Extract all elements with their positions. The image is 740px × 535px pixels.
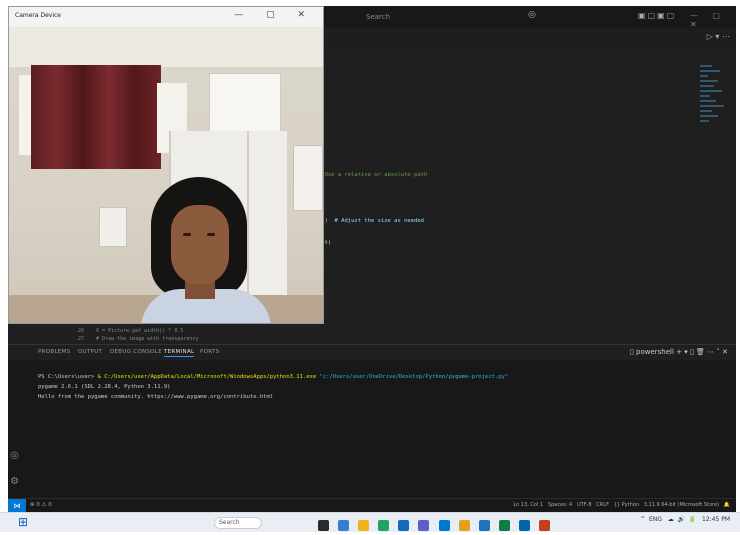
wall-notice xyxy=(209,73,281,135)
store-icon[interactable] xyxy=(438,520,450,531)
terminal-actions[interactable]: ▯ powershell + ▾ ▯ 🗑 ⋯ ˄ ✕ xyxy=(630,348,728,356)
person-face xyxy=(171,205,229,285)
system-tray[interactable]: ^ ENG ☁ 🔊 🔋 12:45 PM xyxy=(640,516,730,523)
tab-output[interactable]: OUTPUT xyxy=(78,349,102,355)
window-controls[interactable]: — ▢ ✕ xyxy=(690,11,736,29)
start-button[interactable]: ⊞ xyxy=(18,516,30,528)
curtain xyxy=(31,65,161,169)
terminal-prompt: PS C:\Users\user> xyxy=(38,374,98,380)
switch-board xyxy=(99,207,127,247)
room-ceiling xyxy=(9,27,323,67)
terminal-command: & C:/Users/user/AppData/Local/Microsoft/… xyxy=(97,374,317,380)
code-line: # Use a relative or absolute path xyxy=(318,172,428,178)
terminal-command-line: PS C:\Users\user> & C:/Users/user/AppDat… xyxy=(38,374,508,380)
code-line: 27 # Draw the image with transparency xyxy=(78,336,199,342)
problems-status[interactable]: ⊗ 0 ⚠ 0 xyxy=(30,502,52,508)
taskbar-search[interactable]: Search xyxy=(214,517,262,529)
minimap[interactable] xyxy=(700,62,726,162)
panel-tab-bar: PROBLEMS OUTPUT DEBUG CONSOLE TERMINAL P… xyxy=(8,344,736,361)
code-line: 26 X = Picture.get_width() * 0.5 xyxy=(78,328,184,334)
layout-icons[interactable]: ▣▢▣▢ xyxy=(638,11,676,20)
manage-gear-icon[interactable]: ⚙ xyxy=(10,476,19,487)
teams-icon[interactable] xyxy=(418,520,430,531)
camera-window[interactable]: Camera Device — ▢ ✕ xyxy=(8,6,324,324)
code-line: s") # Adjust the size as needed xyxy=(318,218,424,224)
widgets-icon[interactable] xyxy=(338,520,350,531)
terminal-output-line: Hello from the pygame community. https:/… xyxy=(38,394,274,400)
chrome-icon[interactable] xyxy=(378,520,390,531)
tab-debug-console[interactable]: DEBUG CONSOLE xyxy=(110,349,162,355)
remote-indicator-icon[interactable]: ⋈ xyxy=(8,499,26,512)
camera-window-controls[interactable]: — ▢ ✕ xyxy=(234,10,315,20)
powerpoint-icon[interactable] xyxy=(539,520,551,531)
person-eye xyxy=(183,233,191,236)
status-bar: ⋈ ⊗ 0 ⚠ 0 Ln 13, Col 1 Spaces: 4 UTF-8 C… xyxy=(8,498,736,512)
python-icon[interactable] xyxy=(458,520,470,531)
tab-problems[interactable]: PROBLEMS xyxy=(38,349,70,355)
windows-taskbar: ⊞ Search ^ ENG ☁ 🔊 🔋 12:45 PM xyxy=(0,512,740,532)
tab-ports[interactable]: PORTS xyxy=(200,349,219,355)
person-eye xyxy=(207,233,215,236)
editor-status[interactable]: Ln 13, Col 1 Spaces: 4 UTF-8 CRLF {} Pyt… xyxy=(513,502,730,508)
vscode-icon[interactable] xyxy=(518,520,530,531)
copilot-icon[interactable]: ◎ xyxy=(528,10,536,20)
terminal-script-path: "c:/Users/user/OneDrive/Desktop/Python/p… xyxy=(319,374,509,380)
cabinet-door-line xyxy=(247,131,249,311)
run-actions[interactable]: ▷ ▾ ⋯ xyxy=(707,32,730,41)
file-explorer-icon[interactable] xyxy=(358,520,370,531)
tab-terminal[interactable]: TERMINAL xyxy=(164,349,195,357)
camera-window-title: Camera Device xyxy=(15,12,61,19)
camera-window-titlebar[interactable]: Camera Device — ▢ ✕ xyxy=(9,7,323,27)
task-view-icon[interactable] xyxy=(318,520,329,531)
pinned-apps xyxy=(318,516,554,531)
account-icon[interactable]: ◎ xyxy=(10,450,19,461)
terminal[interactable]: PS C:\Users\user> & C:/Users/user/AppDat… xyxy=(8,360,736,498)
excel-icon[interactable] xyxy=(498,520,510,531)
wall-poster xyxy=(293,145,323,211)
terminal-output-line: pygame 2.6.1 (SDL 2.28.4, Python 3.11.9) xyxy=(38,384,171,390)
webcam-video-feed xyxy=(9,27,323,323)
word-icon[interactable] xyxy=(478,520,490,531)
edge-icon[interactable] xyxy=(398,520,410,531)
command-center-search[interactable]: Search xyxy=(366,10,486,24)
